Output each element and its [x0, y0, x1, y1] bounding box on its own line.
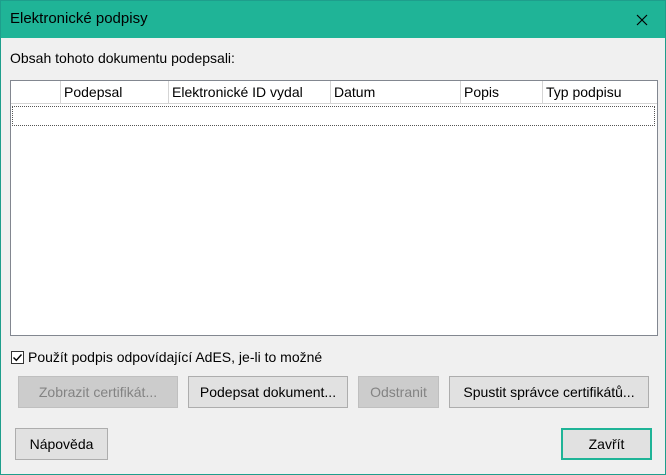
- close-icon: [636, 14, 648, 25]
- close-button[interactable]: Zavřít: [561, 428, 652, 460]
- ades-checkbox[interactable]: [11, 350, 24, 364]
- sign-document-button[interactable]: Podepsat dokument...: [188, 376, 348, 408]
- signatures-table[interactable]: Podepsal Elektronické ID vydal Datum Pop…: [10, 80, 658, 336]
- column-header-date[interactable]: Datum: [331, 81, 461, 104]
- title-bar: Elektronické podpisy: [1, 1, 665, 38]
- remove-button[interactable]: Odstranit: [358, 376, 439, 408]
- checkmark-icon: [13, 353, 23, 361]
- column-header-description[interactable]: Popis: [461, 81, 543, 104]
- view-certificate-button[interactable]: Zobrazit certifikát...: [18, 376, 178, 408]
- table-header: Podepsal Elektronické ID vydal Datum Pop…: [11, 81, 657, 104]
- ades-option[interactable]: Použít podpis odpovídající AdES, je-li t…: [11, 349, 322, 365]
- column-header-issuer[interactable]: Elektronické ID vydal: [169, 81, 331, 104]
- ades-checkbox-label[interactable]: Použít podpis odpovídající AdES, je-li t…: [28, 349, 322, 365]
- close-window-button[interactable]: [619, 1, 665, 38]
- help-button[interactable]: Nápověda: [15, 428, 108, 460]
- signers-caption: Obsah tohoto dokumentu podepsali:: [10, 50, 235, 66]
- digital-signatures-dialog: Elektronické podpisy Obsah tohoto dokume…: [0, 0, 666, 475]
- dialog-title: Elektronické podpisy: [10, 10, 148, 27]
- column-header-status[interactable]: [11, 81, 61, 104]
- column-header-signature-type[interactable]: Typ podpisu: [543, 81, 657, 104]
- start-certificate-manager-button[interactable]: Spustit správce certifikátů...: [449, 376, 649, 408]
- column-header-signed-by[interactable]: Podepsal: [61, 81, 169, 104]
- focused-empty-row[interactable]: [12, 106, 655, 126]
